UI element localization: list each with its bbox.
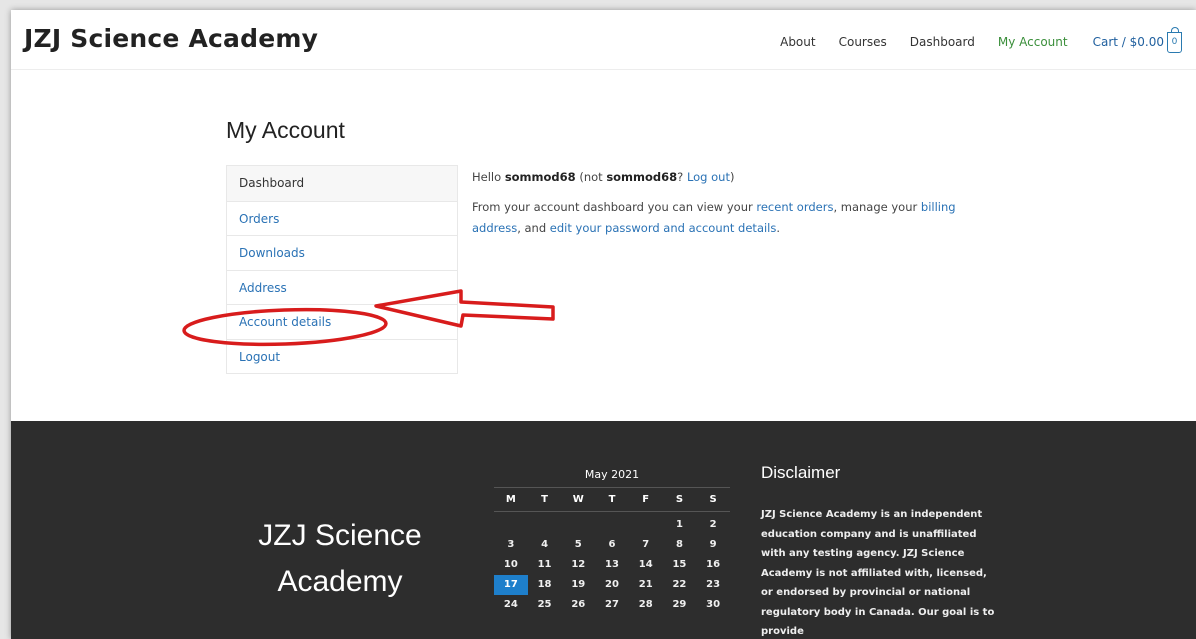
account-nav-account-details[interactable]: Account details: [227, 304, 457, 339]
intro-text: , and: [517, 221, 550, 235]
calendar-day: 19: [571, 579, 586, 590]
nav-about[interactable]: About: [780, 35, 815, 49]
calendar-empty-cell: [629, 515, 663, 535]
calendar-empty-cell: [494, 515, 528, 535]
account-nav-dashboard[interactable]: Dashboard: [227, 166, 457, 201]
calendar-grid: M T W T F S S 1 2 3 4 5 6 7 8 9 10 11 12 13 14 15 16 17 18 19 20 21…: [494, 487, 730, 615]
nav-courses[interactable]: Courses: [839, 35, 887, 49]
disclaimer: Disclaimer JZJ Science Academy is an ind…: [761, 463, 1001, 639]
dashboard-intro: From your account dashboard you can view…: [472, 197, 1002, 239]
calendar-day: 5: [574, 539, 582, 550]
nav-dashboard[interactable]: Dashboard: [910, 35, 975, 49]
calendar-day: 30: [706, 599, 721, 610]
site-header: JZJ Science Academy About Courses Dashbo…: [11, 10, 1196, 70]
calendar-day: 12: [571, 559, 586, 570]
calendar-weekday: S: [696, 488, 730, 512]
account-navigation: Dashboard Orders Downloads Address Accou…: [226, 165, 458, 374]
account-content: Hello sommod68 (not sommod68? Log out) F…: [472, 167, 1002, 248]
cart-count: 0: [1171, 37, 1178, 47]
calendar-day: 16: [706, 559, 721, 570]
calendar-weekday: W: [561, 488, 596, 512]
site-logo[interactable]: JZJ Science Academy: [24, 24, 318, 53]
account-nav-downloads[interactable]: Downloads: [227, 235, 457, 270]
cart-bag-icon[interactable]: 0: [1167, 26, 1182, 53]
calendar-day: 6: [608, 539, 616, 550]
main-nav: About Courses Dashboard My Account Cart …: [757, 26, 1182, 56]
calendar-weekday: M: [494, 488, 528, 512]
calendar-day: 29: [672, 599, 687, 610]
account-nav-logout[interactable]: Logout: [227, 338, 457, 374]
intro-text: .: [776, 221, 781, 235]
calendar-weekday: F: [628, 488, 663, 512]
calendar-day: 15: [672, 559, 687, 570]
disclaimer-title: Disclaimer: [761, 463, 841, 482]
calendar-day: 7: [642, 539, 650, 550]
calendar-day: 13: [605, 559, 619, 570]
calendar-empty-cell: [561, 515, 595, 535]
nav-cart[interactable]: Cart / $0.00: [1093, 35, 1164, 49]
calendar-day: 27: [605, 599, 619, 610]
calendar-day: 28: [638, 599, 653, 610]
calendar-day: 24: [503, 599, 518, 610]
calendar-day: 1: [675, 519, 683, 530]
page: JZJ Science Academy About Courses Dashbo…: [11, 10, 1196, 639]
calendar-widget: May 2021 M T W T F S S 1 2 3 4 5 6 7 8 9 10 11 12 13 14 15 16 1…: [494, 463, 730, 615]
username: sommod68: [504, 170, 576, 184]
calendar-empty-cell: [595, 515, 629, 535]
greeting-text: Hello: [472, 170, 505, 184]
calendar-day: 10: [503, 559, 518, 570]
account-nav-orders[interactable]: Orders: [227, 200, 457, 236]
greeting-text: ): [729, 170, 735, 184]
calendar-day: 26: [571, 599, 586, 610]
page-title: My Account: [226, 117, 345, 143]
footer-brand: JZJ Science Academy: [258, 519, 422, 598]
intro-text: From your account dashboard you can view…: [472, 200, 757, 214]
calendar-day: 8: [675, 539, 683, 550]
intro-text: , manage your: [833, 200, 921, 214]
calendar-weekday: T: [527, 488, 562, 512]
calendar-empty-cell: [528, 515, 562, 535]
account-nav-address[interactable]: Address: [227, 269, 457, 305]
recent-orders-link[interactable]: recent orders: [756, 200, 833, 214]
disclaimer-text: JZJ Science Academy is an independent ed…: [761, 509, 995, 637]
calendar-day: 23: [706, 579, 721, 590]
calendar-caption: May 2021: [584, 468, 640, 481]
calendar-day-today: 17: [494, 575, 528, 595]
greeting-text: ?: [677, 170, 687, 184]
greeting: Hello sommod68 (not sommod68? Log out): [472, 167, 1002, 188]
calendar-day: 11: [537, 559, 552, 570]
calendar-day: 22: [672, 579, 687, 590]
account-details-link[interactable]: edit your password and account details: [550, 221, 777, 235]
calendar-weekday: S: [662, 488, 697, 512]
calendar-day: 9: [709, 539, 717, 550]
calendar-day: 18: [537, 579, 552, 590]
calendar-day: 2: [709, 519, 717, 530]
calendar-day: 4: [541, 539, 549, 550]
calendar-weekday: T: [595, 488, 629, 512]
calendar-day: 14: [638, 559, 653, 570]
username-alt: sommod68: [606, 170, 678, 184]
calendar-day: 3: [507, 539, 515, 550]
calendar-day: 25: [537, 599, 552, 610]
logout-link[interactable]: Log out: [687, 170, 730, 184]
nav-my-account[interactable]: My Account: [998, 35, 1068, 49]
calendar-day: 20: [605, 579, 619, 590]
greeting-text: (not: [575, 170, 607, 184]
calendar-day: 21: [638, 579, 653, 590]
site-footer: JZJ Science Academy May 2021 MTWTFSS1234…: [11, 421, 1196, 639]
